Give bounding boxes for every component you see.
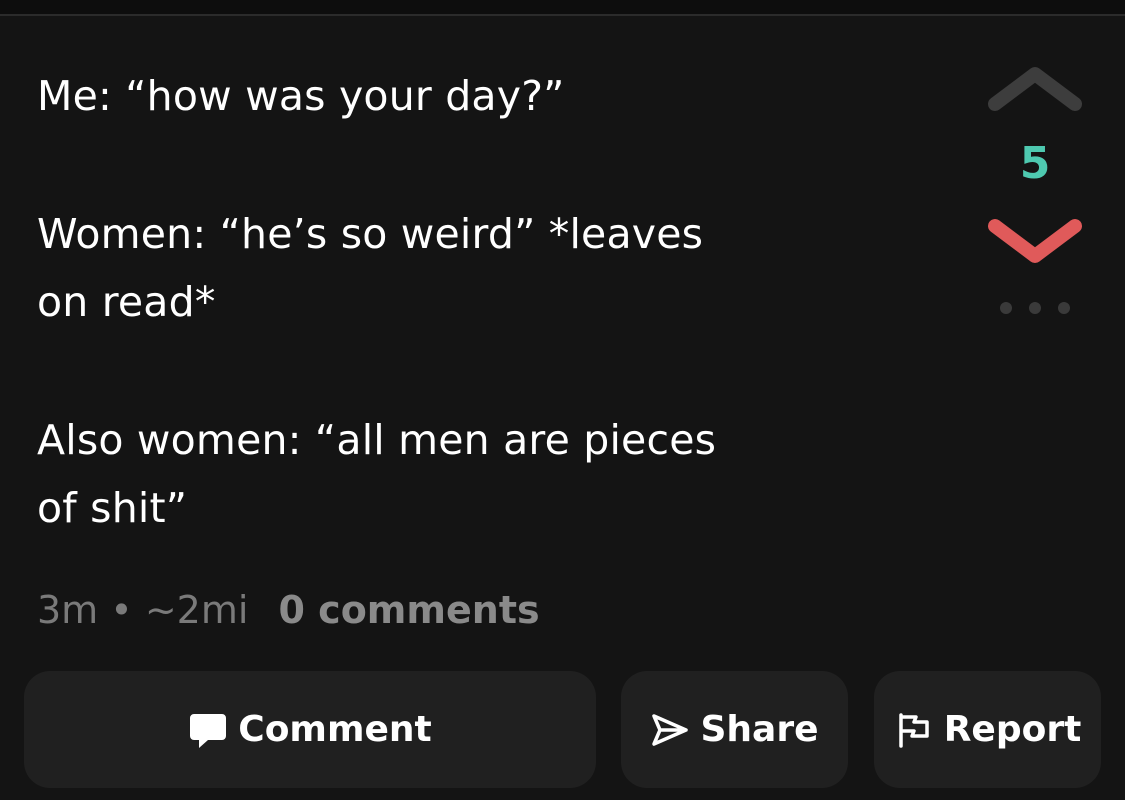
more-options-button[interactable] [985,296,1085,320]
comment-button[interactable]: Comment [24,671,596,788]
post-line: Me: “how was your day?” [37,72,565,120]
vote-count: 5 [1019,138,1051,189]
post-line: Women: “he’s so weird” *leaves [37,210,704,258]
chevron-up-icon [988,67,1082,111]
post-distance: ~2mi [144,588,249,632]
report-button[interactable]: Report [874,671,1101,788]
post-body: Me: “how was your day?” Women: “he’s so … [37,62,817,542]
post-age: 3m [37,588,99,632]
report-label: Report [943,709,1082,750]
upvote-button[interactable] [985,60,1085,120]
flag-icon [898,712,929,748]
post-line: Also women: “all men are pieces [37,416,717,464]
post-line: on read* [37,278,216,326]
paper-plane-icon [652,713,689,746]
post-line: of shit” [37,484,188,532]
share-label: Share [700,709,819,750]
top-divider [0,0,1125,16]
chevron-down-icon [988,219,1082,263]
downvote-button[interactable] [985,210,1085,270]
comment-label: Comment [238,709,432,750]
meta-separator: • [110,588,133,632]
more-dots-icon [1000,302,1070,314]
share-button[interactable]: Share [621,671,848,788]
speech-bubble-icon [190,713,227,748]
comments-count-link[interactable]: 0 comments [279,588,540,632]
post-meta: 3m • ~2mi 0 comments [37,588,540,632]
